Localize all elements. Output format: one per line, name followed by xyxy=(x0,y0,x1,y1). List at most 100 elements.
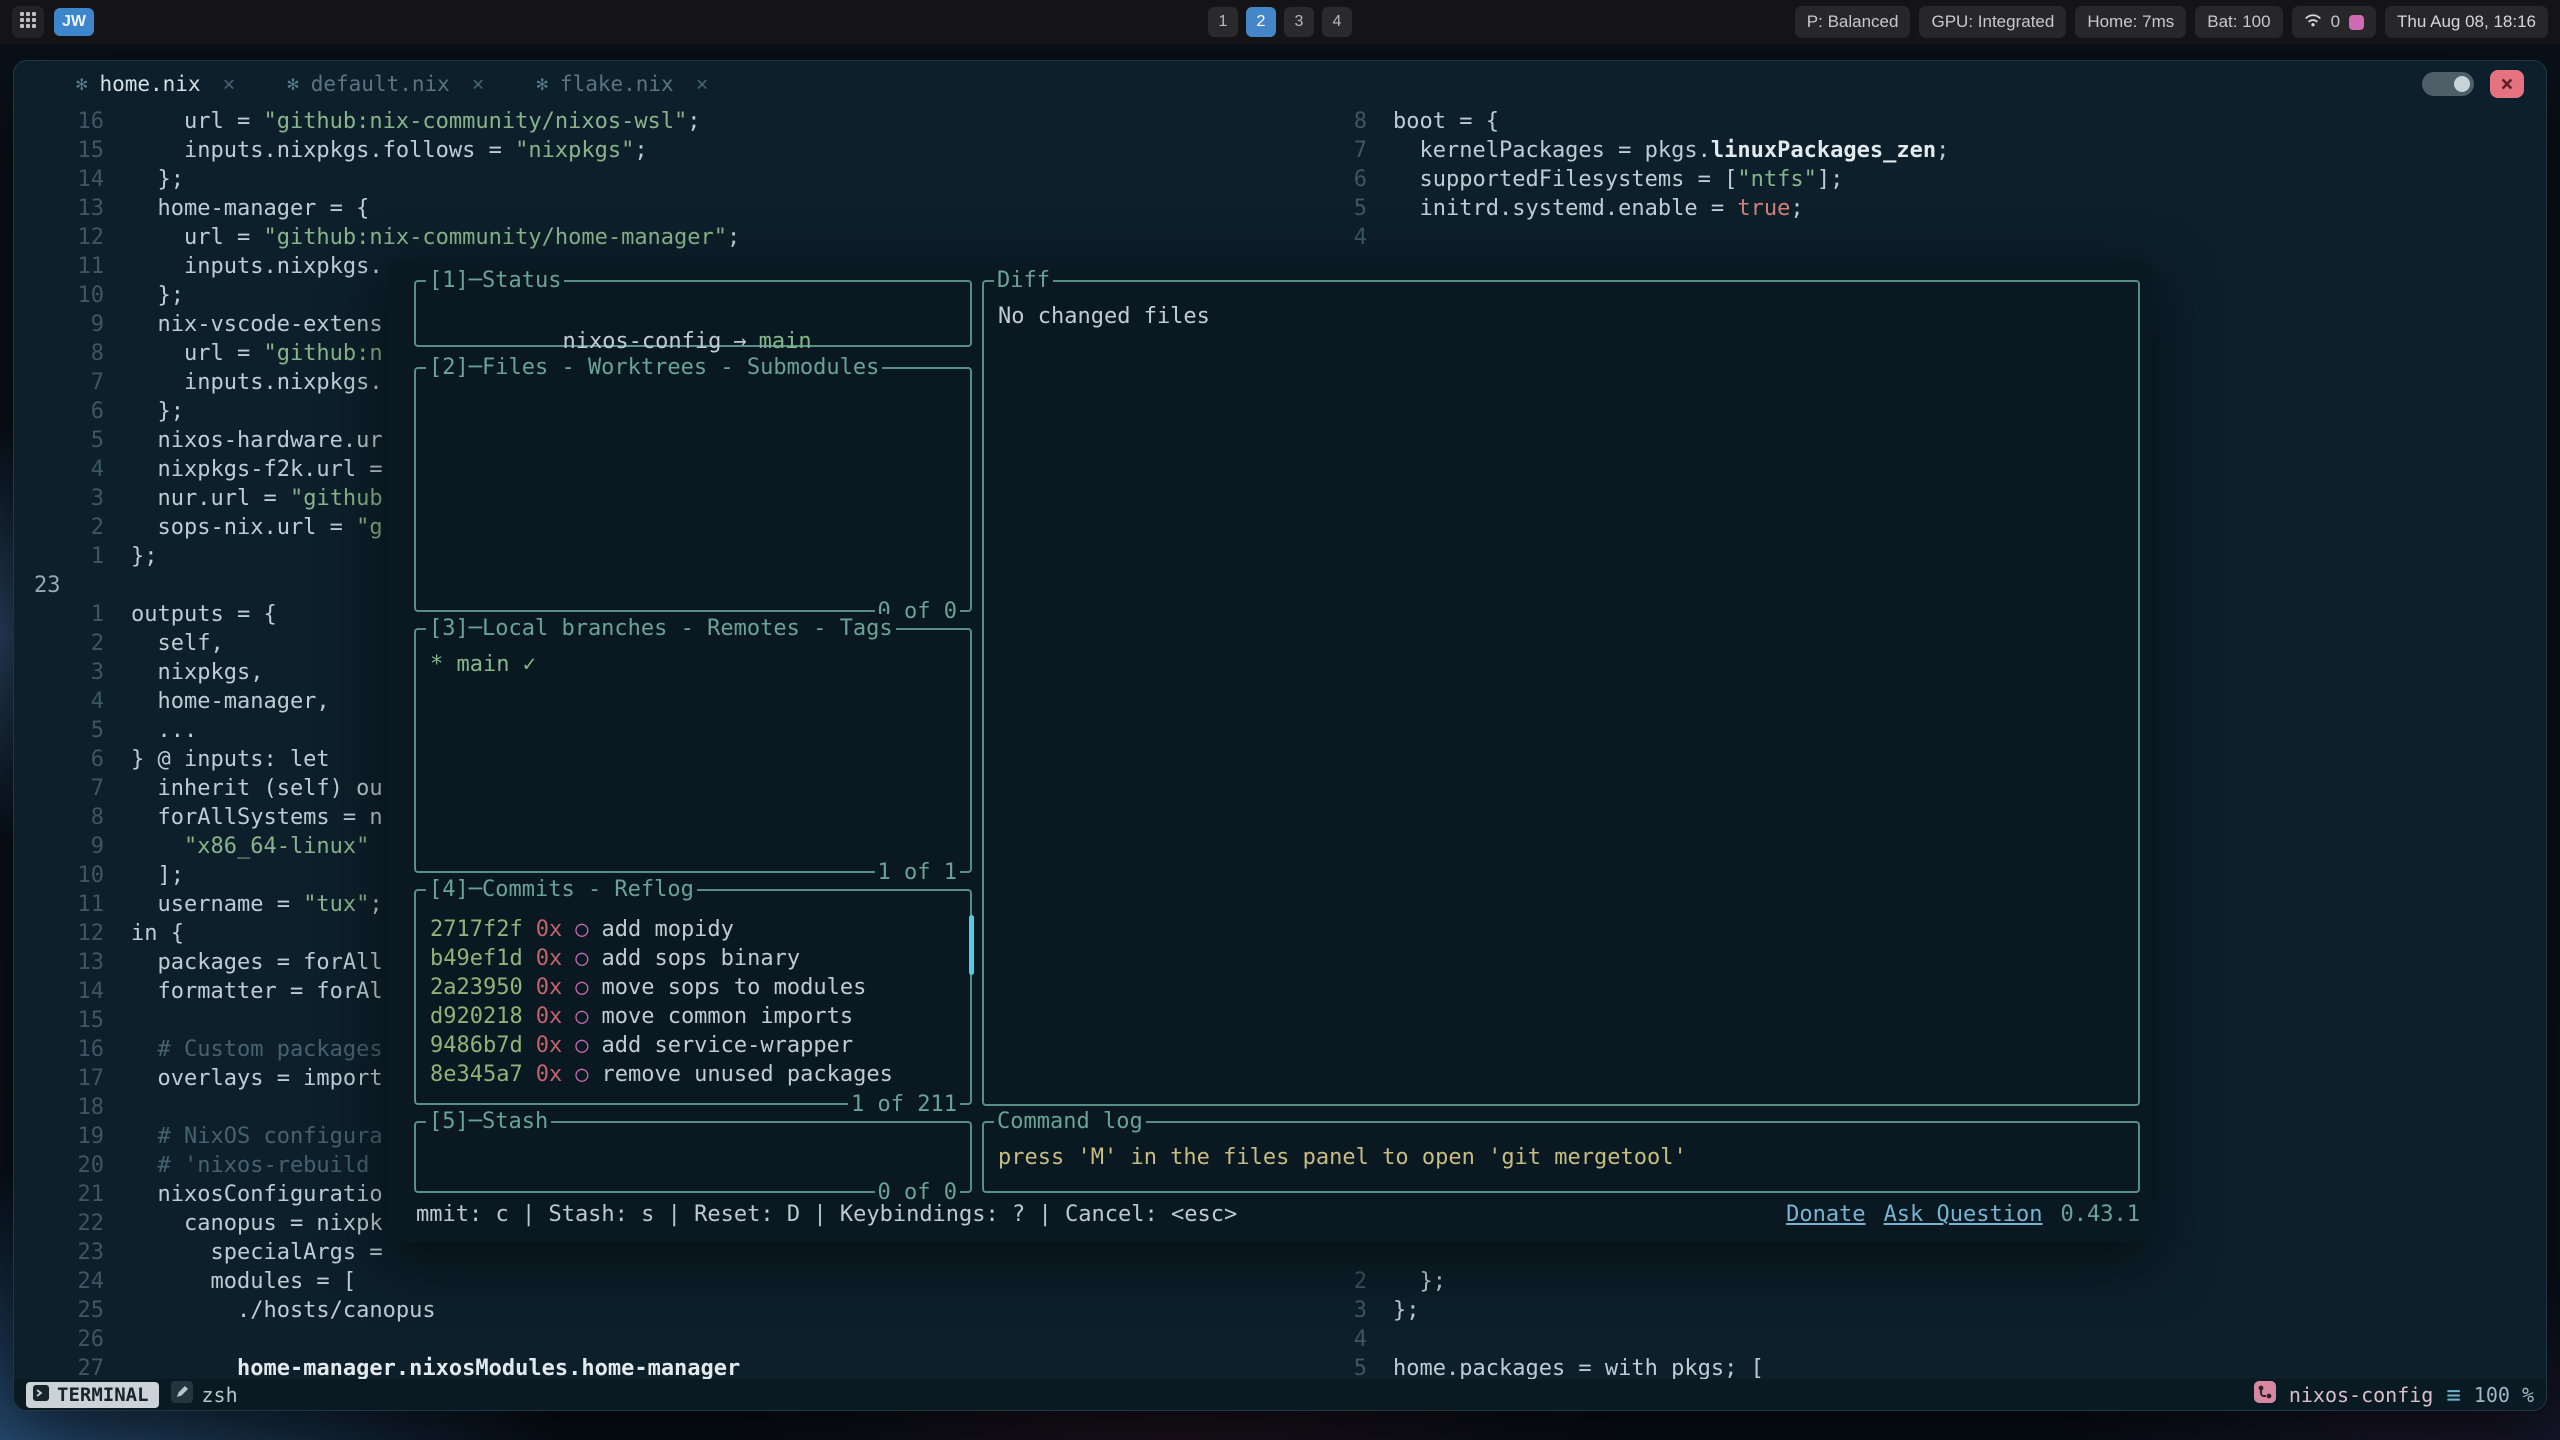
commit-row[interactable]: 2717f2f0x○add mopidy xyxy=(430,915,956,944)
window-close-button[interactable]: × xyxy=(2490,70,2524,98)
desktop-stage: JW 1234 P: BalancedGPU: IntegratedHome: … xyxy=(0,0,2560,1440)
window-toggle[interactable] xyxy=(2422,72,2474,96)
lazygit-diff-panel[interactable]: Diff No changed files xyxy=(982,280,2140,1106)
lazygit-branches-panel[interactable]: [3]─Local branches - Remotes - Tags 1 of… xyxy=(414,628,972,873)
code-text: url = "github:nix-community/home-manager… xyxy=(131,223,740,252)
tabline-tabs: ✻home.nix×✻default.nix×✻flake.nix× xyxy=(50,61,734,107)
commits-scrollbar[interactable] xyxy=(969,915,974,975)
workspace-button[interactable]: 4 xyxy=(1322,7,1352,37)
code-text: ]; xyxy=(131,861,184,890)
lazygit-command-log-panel[interactable]: Command log press 'M' in the files panel… xyxy=(982,1121,2140,1193)
workspace-button[interactable]: 2 xyxy=(1246,7,1276,37)
code-line: 4 xyxy=(1309,223,1949,252)
code-text: url = "github:n xyxy=(131,339,383,368)
command-log-content: press 'M' in the files panel to open 'gi… xyxy=(984,1123,2138,1170)
commit-row[interactable]: d9202180x○move common imports xyxy=(430,1002,956,1031)
nix-snowflake-icon: ✻ xyxy=(287,73,298,95)
workspace-button[interactable]: 3 xyxy=(1284,7,1314,37)
nix-snowflake-icon: ✻ xyxy=(76,73,87,95)
mode-indicator: TERMINAL xyxy=(26,1382,159,1408)
code-text: supportedFilesystems = ["ntfs"]; xyxy=(1393,165,1843,194)
lazygit-overlay: [1]─Status nixos-config→main [2]─Files -… xyxy=(386,262,2152,1242)
code-pane-right-top: 8boot = {7 kernelPackages = pkgs.linuxPa… xyxy=(1309,107,1949,252)
donate-link[interactable]: Donate xyxy=(1786,1200,1865,1229)
editor-tab[interactable]: ✻home.nix× xyxy=(50,61,261,107)
code-line: 23 specialArgs = xyxy=(34,1238,740,1267)
line-number: 7 xyxy=(34,774,104,803)
code-text: packages = forAll xyxy=(131,948,383,977)
line-number: 10 xyxy=(34,861,104,890)
code-text: ... xyxy=(131,716,197,745)
line-number: 21 xyxy=(34,1180,104,1209)
system-tray[interactable]: 0 xyxy=(2292,6,2376,38)
line-number: 23 xyxy=(34,571,104,600)
line-number: 15 xyxy=(34,136,104,165)
line-number: 2 xyxy=(1309,1267,1367,1296)
repo-name: nixos-config xyxy=(562,329,721,354)
editor-tab[interactable]: ✻default.nix× xyxy=(261,61,510,107)
line-number: 4 xyxy=(1309,223,1367,252)
topbar-status-chip: P: Balanced xyxy=(1795,6,1911,38)
lazygit-stash-panel[interactable]: [5]─Stash 0 of 0 xyxy=(414,1121,972,1193)
code-text: nur.url = "github xyxy=(131,484,383,513)
commit-hash: 9486b7d xyxy=(430,1033,523,1058)
commit-author: 0x xyxy=(536,946,563,971)
line-number: 6 xyxy=(34,745,104,774)
tray-count: 0 xyxy=(2331,12,2340,32)
code-line: 3}; xyxy=(1309,1296,1764,1325)
code-text: canopus = nixpk xyxy=(131,1209,383,1238)
commit-row[interactable]: 8e345a70x○remove unused packages xyxy=(430,1060,956,1089)
line-number: 3 xyxy=(34,658,104,687)
commit-author: 0x xyxy=(536,917,563,942)
commit-row[interactable]: 9486b7d0x○add service-wrapper xyxy=(430,1031,956,1060)
code-text: nixpkgs, xyxy=(131,658,263,687)
lazygit-commits-panel[interactable]: [4]─Commits - Reflog 1 of 211 2717f2f0x○… xyxy=(414,889,972,1105)
code-text: } @ inputs: let xyxy=(131,745,330,774)
editor-statusline: TERMINAL zsh nixos-config ≡ 100 % xyxy=(14,1379,2546,1410)
code-text: }; xyxy=(1393,1267,1446,1296)
keyboard-layout-badge[interactable]: JW xyxy=(54,8,94,36)
commit-message: move sops to modules xyxy=(601,975,866,1000)
clock[interactable]: Thu Aug 08, 18:16 xyxy=(2385,6,2548,38)
app-launcher-button[interactable] xyxy=(12,6,44,38)
code-text: sops-nix.url = "g xyxy=(131,513,383,542)
ask-question-link[interactable]: Ask Question xyxy=(1884,1200,2043,1229)
line-number: 5 xyxy=(34,426,104,455)
commit-graph-bullet: ○ xyxy=(575,946,588,971)
tab-close-button[interactable]: × xyxy=(696,72,709,96)
code-text: forAllSystems = n xyxy=(131,803,383,832)
tab-close-button[interactable]: × xyxy=(472,72,485,96)
nix-snowflake-icon: ✻ xyxy=(536,73,547,95)
line-number: 16 xyxy=(34,107,104,136)
commit-row[interactable]: 2a239500x○move sops to modules xyxy=(430,973,956,1002)
code-text: overlays = import xyxy=(131,1064,383,1093)
line-number: 15 xyxy=(34,1006,104,1035)
line-number: 14 xyxy=(34,165,104,194)
code-line: 8boot = { xyxy=(1309,107,1949,136)
commit-message: add mopidy xyxy=(601,917,733,942)
code-text: }; xyxy=(131,165,184,194)
arrow-icon: → xyxy=(733,329,746,354)
topbar-status-chip: GPU: Integrated xyxy=(1919,6,2066,38)
code-text: }; xyxy=(131,397,184,426)
wifi-icon xyxy=(2304,12,2322,32)
commit-hash: b49ef1d xyxy=(430,946,523,971)
lazygit-keybar: mmit: c | Stash: s | Reset: D | Keybindi… xyxy=(416,1200,2140,1229)
top-bar: JW 1234 P: BalancedGPU: IntegratedHome: … xyxy=(0,0,2560,44)
line-number: 13 xyxy=(34,194,104,223)
line-number: 22 xyxy=(34,1209,104,1238)
panel-count: 1 of 211 xyxy=(848,1090,960,1119)
shell-icon xyxy=(171,1381,193,1408)
workspace-button[interactable]: 1 xyxy=(1208,7,1238,37)
code-text: ./hosts/canopus xyxy=(131,1296,436,1325)
tab-close-button[interactable]: × xyxy=(223,72,236,96)
commit-row[interactable]: b49ef1d0x○add sops binary xyxy=(430,944,956,973)
commit-hash: 2a23950 xyxy=(430,975,523,1000)
lazygit-files-panel[interactable]: [2]─Files - Worktrees - Submodules 0 of … xyxy=(414,367,972,612)
lazygit-status-panel[interactable]: [1]─Status nixos-config→main xyxy=(414,280,972,347)
commit-hash: d920218 xyxy=(430,1004,523,1029)
editor-tab[interactable]: ✻flake.nix× xyxy=(510,61,734,107)
line-number: 6 xyxy=(34,397,104,426)
line-number: 10 xyxy=(34,281,104,310)
line-number: 6 xyxy=(1309,165,1367,194)
